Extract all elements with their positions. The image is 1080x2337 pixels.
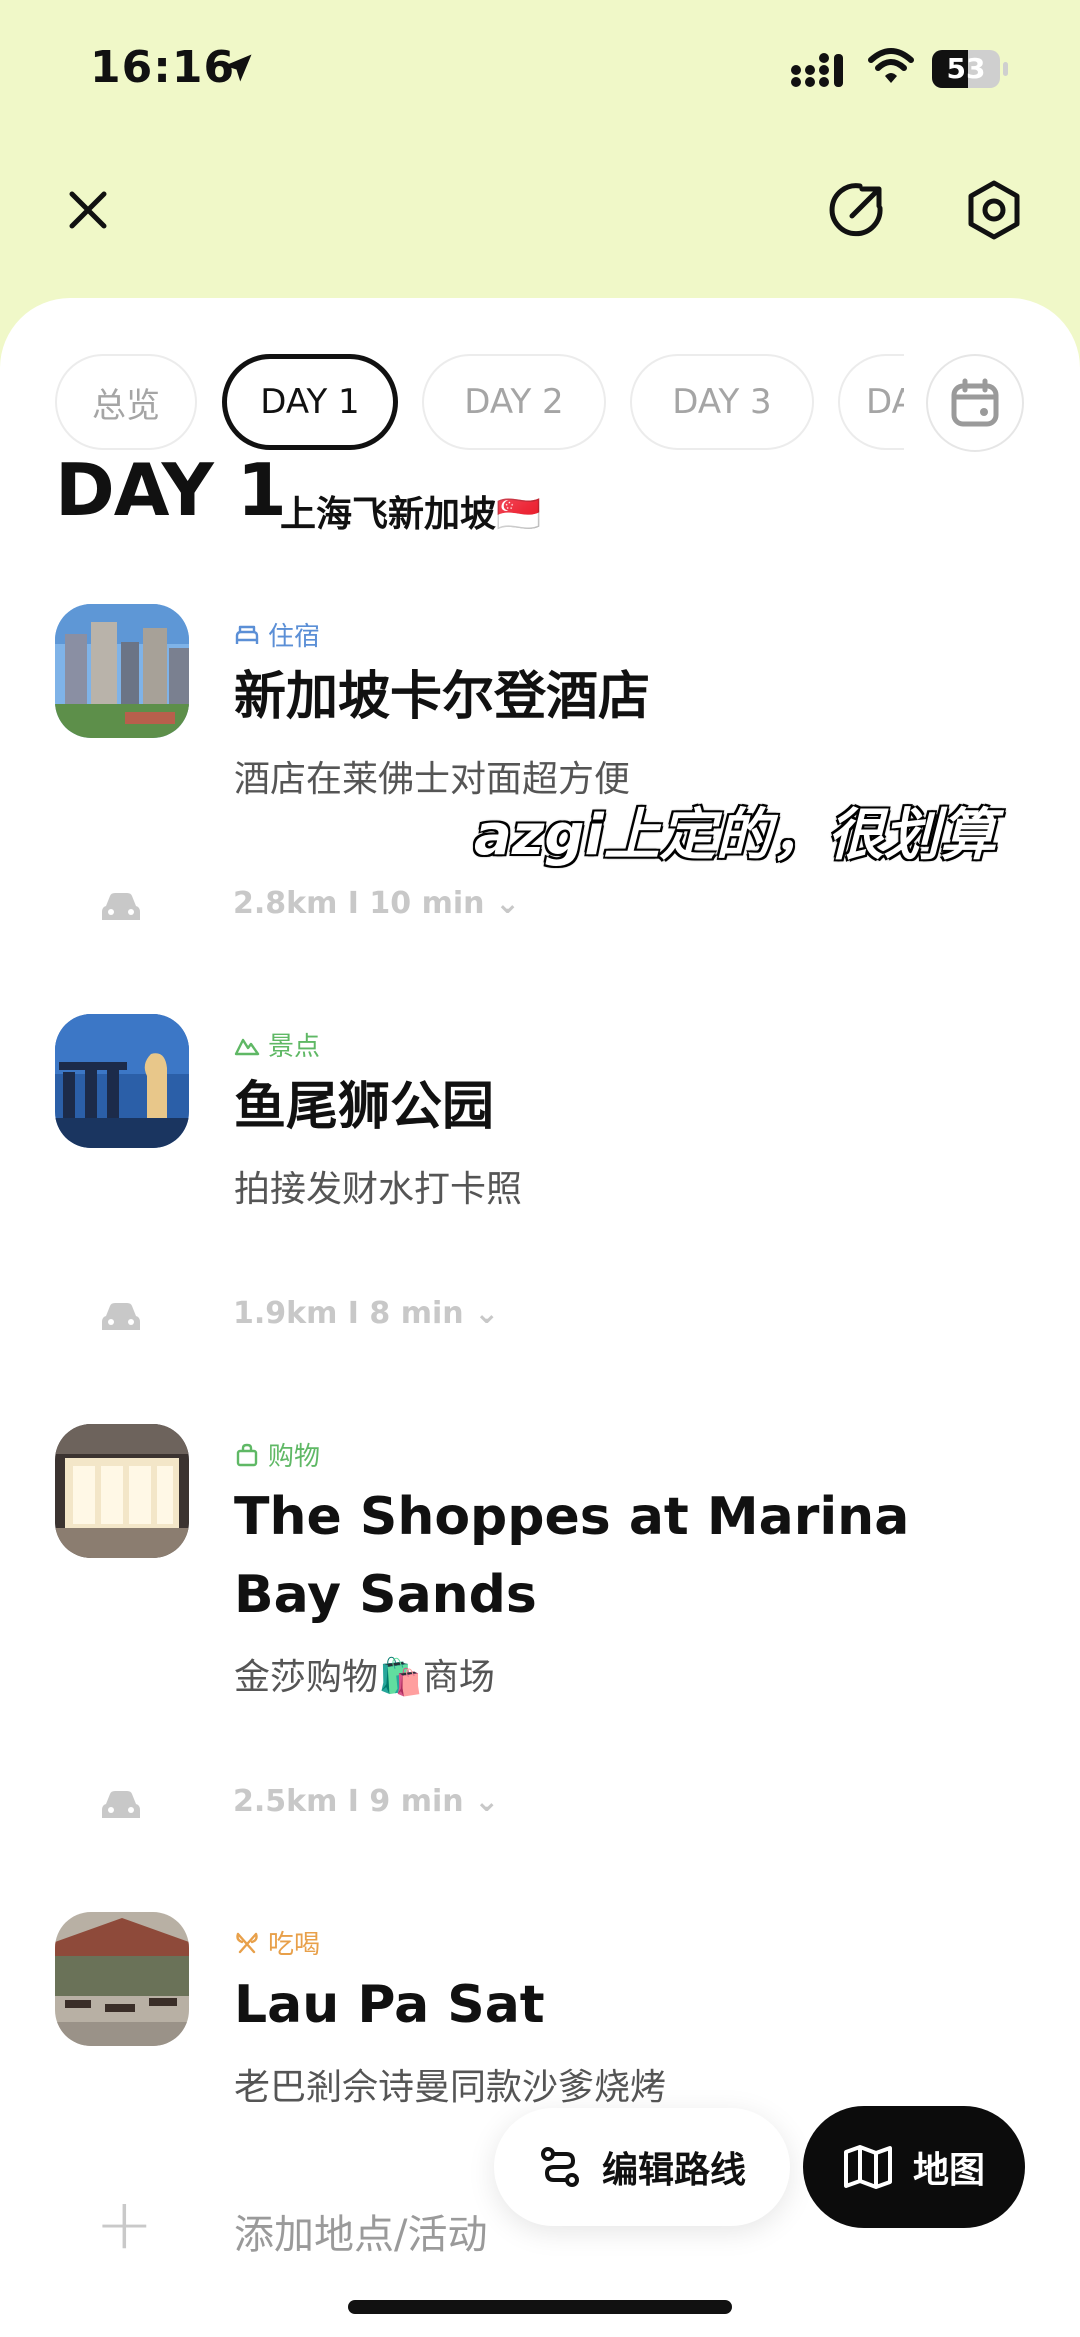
cellular-signal-icon (791, 53, 843, 87)
category-label: 购物 (268, 1442, 321, 1472)
day-subtitle: 上海飞新加坡🇸🇬 (280, 494, 541, 535)
tab-day-3[interactable]: DAY 3 (630, 354, 814, 450)
shoppes-thumbnail (55, 1424, 189, 1558)
close-icon (69, 191, 107, 229)
day-title: DAY 1 (55, 448, 287, 532)
route-segment[interactable]: 1.9km I 8 min ⌄ (0, 1292, 1080, 1342)
location-arrow-icon (224, 54, 252, 82)
tab-day-4-partial[interactable]: DA (838, 354, 904, 450)
edit-route-button[interactable]: 编辑路线 (494, 2108, 790, 2226)
car-icon (102, 1791, 140, 1818)
category-tag: 购物 (234, 1436, 320, 1473)
add-activity-label: 添加地点/活动 (234, 2212, 488, 2258)
calendar-button[interactable] (926, 354, 1024, 452)
place-note: 老巴剎佘诗曼同款沙爹烧烤 (234, 2067, 667, 2108)
share-button[interactable] (818, 170, 898, 250)
tab-day-2[interactable]: DAY 2 (422, 354, 606, 450)
place-note: 拍接发财水打卡照 (234, 1169, 523, 1210)
hotel-thumbnail (55, 604, 189, 738)
route-info: 1.9km I 8 min ⌄ (233, 1296, 500, 1331)
status-bar: 16:16 53 (0, 0, 1080, 140)
map-label: 地图 (912, 2150, 985, 2191)
map-icon (843, 2145, 892, 2189)
route-info: 2.5km I 9 min ⌄ (233, 1784, 500, 1819)
map-button[interactable]: 地图 (803, 2106, 1025, 2228)
close-button[interactable] (48, 170, 128, 250)
category-label: 吃喝 (268, 1930, 321, 1960)
place-note: 金莎购物🛍️商场 (234, 1657, 495, 1698)
car-icon (102, 893, 140, 920)
battery-nub (1003, 62, 1008, 76)
route-icon (540, 2147, 579, 2187)
calendar-icon (951, 378, 999, 427)
category-tag: 吃喝 (234, 1924, 320, 1961)
plus-icon: + (95, 2183, 154, 2265)
settings-button[interactable] (954, 170, 1034, 250)
place-name: 鱼尾狮公园 (234, 1077, 495, 1137)
battery-indicator: 53 (932, 50, 1000, 88)
place-name: Lau Pa Sat (234, 1975, 545, 2035)
lau-pa-sat-thumbnail (55, 1912, 189, 2046)
category-label: 住宿 (268, 622, 321, 652)
category-tag: 住宿 (234, 616, 320, 653)
tab-overview[interactable]: 总览 (55, 354, 197, 450)
bed-icon (235, 625, 259, 644)
category-label: 景点 (268, 1032, 321, 1062)
settings-icon (968, 180, 1020, 240)
tab-day-1[interactable]: DAY 1 (222, 354, 398, 450)
place-name: 新加坡卡尔登酒店 (234, 667, 651, 727)
utensils-icon (236, 1932, 258, 1953)
route-segment[interactable]: 2.8km I 10 min ⌄ (0, 882, 1080, 932)
day-tabs: 总览 DAY 1 DAY 2 DAY 3 DA (0, 354, 1080, 454)
merlion-thumbnail (55, 1014, 189, 1148)
wifi-icon (868, 48, 914, 83)
overlay-caption: azgi上定的，很划算 (474, 803, 996, 868)
place-name: The Shoppes at Marina Bay Sands (234, 1487, 910, 1625)
edit-route-label: 编辑路线 (601, 2150, 746, 2191)
category-tag: 景点 (234, 1026, 320, 1063)
car-icon (102, 1303, 140, 1330)
home-indicator (348, 2300, 732, 2314)
mountain-icon (234, 1038, 260, 1055)
battery-level: 53 (946, 52, 986, 85)
route-segment[interactable]: 2.5km I 9 min ⌄ (0, 1780, 1080, 1830)
shopping-bag-icon (236, 1443, 258, 1466)
share-icon (829, 183, 883, 237)
status-time: 16:16 (90, 42, 236, 93)
route-info: 2.8km I 10 min ⌄ (233, 886, 521, 921)
